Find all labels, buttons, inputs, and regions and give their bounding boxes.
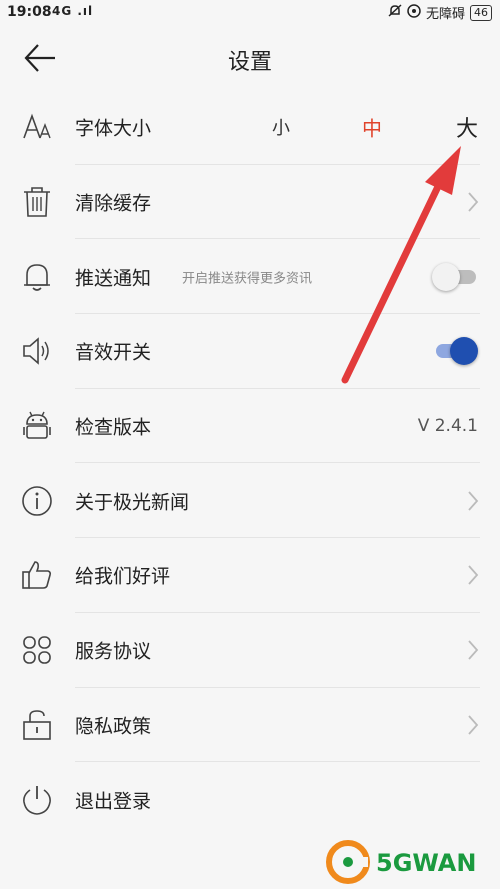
info-icon xyxy=(22,485,52,516)
push-notification-toggle[interactable] xyxy=(432,262,478,292)
android-icon xyxy=(23,411,51,439)
font-small-option[interactable]: 小 xyxy=(272,114,290,140)
watermark-logo: 5GWAN xyxy=(324,839,494,885)
signal-icon: 4G .ıl xyxy=(52,4,94,18)
terms-label: 服务协议 xyxy=(75,640,152,663)
status-right: 无障碍 46 xyxy=(388,3,492,22)
thumbs-up-icon xyxy=(22,561,52,590)
page-title: 设置 xyxy=(227,50,272,75)
bell-off-icon xyxy=(388,3,402,22)
font-large-option[interactable]: 大 xyxy=(456,111,478,143)
logout-label: 退出登录 xyxy=(75,790,152,813)
network-text: 无障碍 xyxy=(425,7,465,22)
push-notification-label: 推送通知 xyxy=(75,267,152,290)
font-size-row: 字体大小 小 中 大 xyxy=(0,90,500,165)
bell-icon xyxy=(24,263,50,291)
about-row[interactable]: 关于极光新闻 xyxy=(0,463,500,539)
speaker-icon xyxy=(23,337,49,366)
status-time: 19:08 xyxy=(7,4,52,20)
settings-list: 字体大小 小 中 大 清除缓存 推送通知 开启推送获得更多资讯 音效开关 检查版… xyxy=(0,90,500,837)
font-medium-option[interactable]: 中 xyxy=(362,113,382,142)
font-size-label: 字体大小 xyxy=(75,117,152,140)
clover-icon xyxy=(23,636,51,664)
battery-indicator: 46 xyxy=(470,4,492,21)
watermark-logo-icon xyxy=(326,840,370,884)
clear-cache-row[interactable]: 清除缓存 xyxy=(0,165,500,240)
logout-row[interactable]: 退出登录 xyxy=(0,762,500,837)
status-bar: 19:08 4G .ıl 无障碍 46 xyxy=(0,0,500,24)
sound-effect-toggle[interactable] xyxy=(432,336,478,366)
chevron-right-icon xyxy=(468,192,479,212)
rate-row[interactable]: 给我们好评 xyxy=(0,538,500,613)
sound-effect-label: 音效开关 xyxy=(75,341,152,364)
sound-effect-row: 音效开关 xyxy=(0,314,500,389)
version-value: V 2.4.1 xyxy=(417,416,478,437)
power-icon xyxy=(23,785,51,815)
chevron-right-icon xyxy=(468,565,479,586)
toggle-knob xyxy=(450,337,478,366)
chevron-right-icon xyxy=(468,491,479,511)
check-version-row[interactable]: 检查版本 V 2.4.1 xyxy=(0,389,500,464)
privacy-label: 隐私政策 xyxy=(75,715,152,738)
terms-row[interactable]: 服务协议 xyxy=(0,613,500,688)
watermark-text: 5GWAN xyxy=(376,849,477,877)
accessibility-icon xyxy=(407,3,421,22)
push-notification-hint: 开启推送获得更多资讯 xyxy=(182,271,313,287)
check-version-label: 检查版本 xyxy=(75,416,152,439)
chevron-right-icon xyxy=(468,715,479,735)
clear-cache-label: 清除缓存 xyxy=(75,192,152,215)
rate-label: 给我们好评 xyxy=(75,565,171,588)
trash-icon xyxy=(24,187,50,217)
toggle-knob xyxy=(432,262,460,291)
font-size-icon xyxy=(23,114,51,139)
chevron-right-icon xyxy=(468,640,479,660)
header: 设置 xyxy=(0,24,500,90)
lock-icon xyxy=(23,710,51,740)
privacy-row[interactable]: 隐私政策 xyxy=(0,688,500,763)
push-notification-row: 推送通知 开启推送获得更多资讯 xyxy=(0,239,500,315)
about-label: 关于极光新闻 xyxy=(75,491,190,514)
